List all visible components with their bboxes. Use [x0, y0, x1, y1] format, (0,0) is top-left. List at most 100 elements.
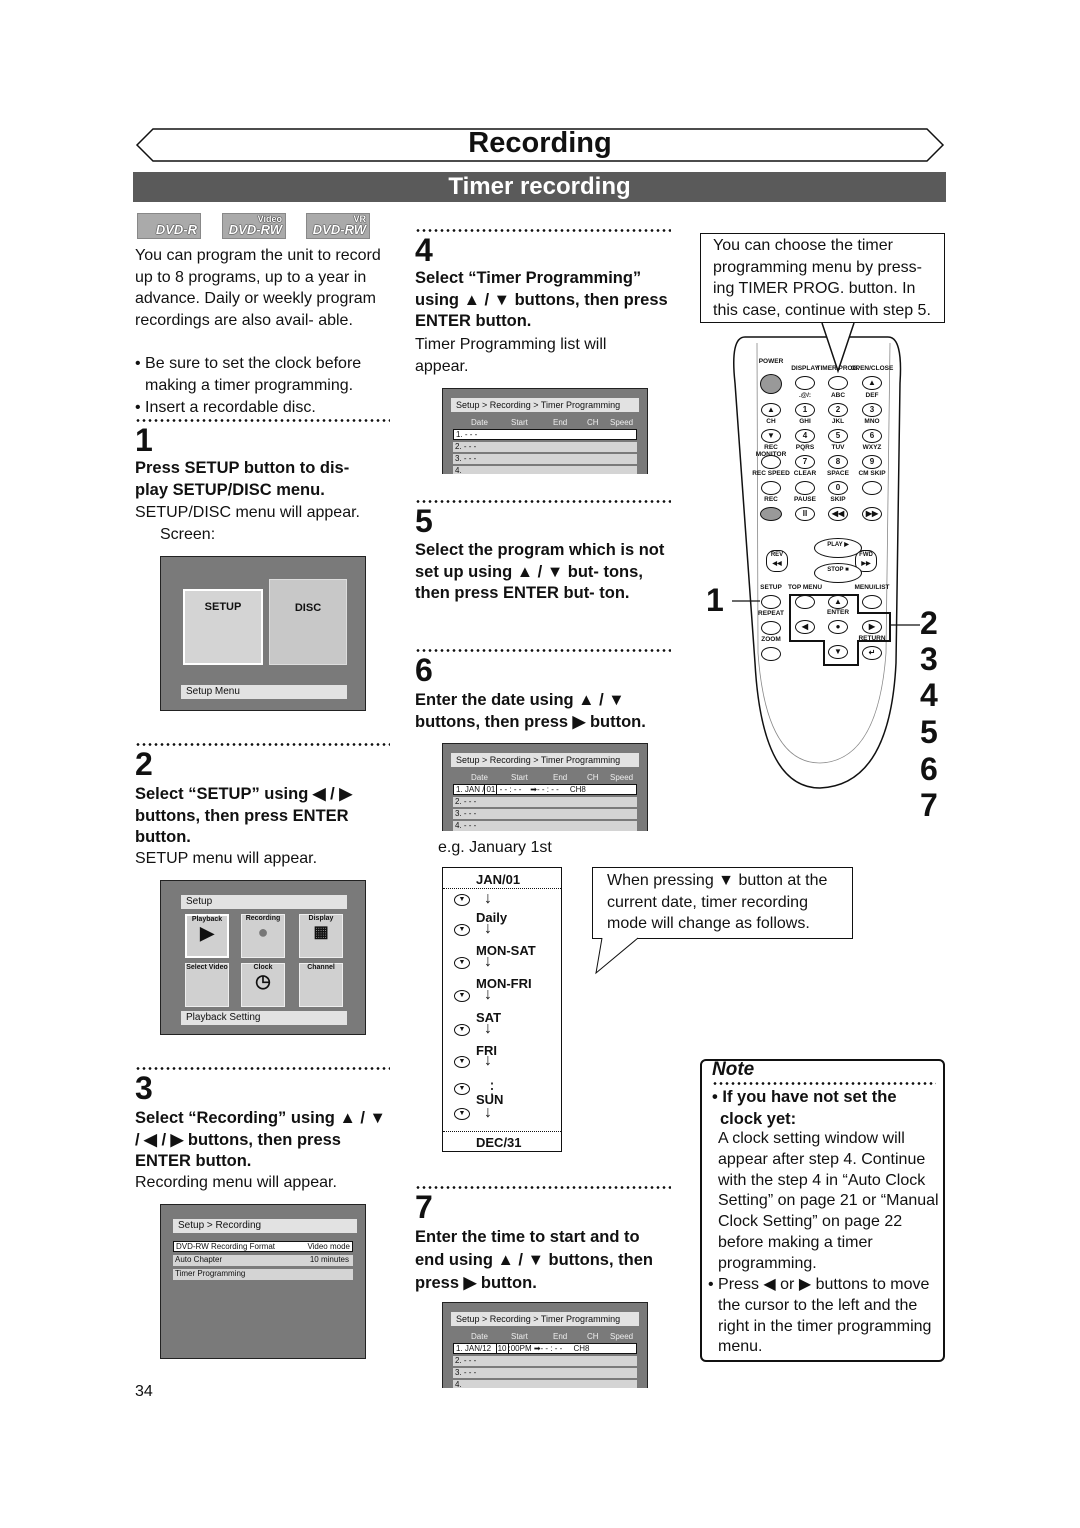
callout-text: When pressing ▼ button at the current da… — [607, 872, 828, 932]
remote-def-button[interactable]: 3 — [862, 403, 882, 417]
down-button-icon: ▼ — [454, 1083, 470, 1095]
timer-row: 2. - - - — [453, 1356, 637, 1366]
remote-timer-prog-button[interactable] — [828, 376, 848, 390]
down-button-icon: ▼ — [454, 924, 470, 936]
remote-step-label: 3 — [920, 641, 938, 677]
timer-row: 4. — [453, 466, 637, 475]
callout-pointer — [595, 937, 639, 975]
remote-label: MNO — [864, 418, 880, 425]
remote-setup-button[interactable] — [761, 595, 781, 609]
remote-display-button[interactable] — [795, 376, 815, 390]
remote-rec-speed-button[interactable] — [761, 481, 781, 495]
down-button-icon: ▼ — [454, 1108, 470, 1120]
remote-step-label: 5 — [920, 714, 938, 750]
col-header: End — [553, 773, 568, 782]
remote-label: MENU/LIST — [854, 584, 890, 591]
remote-label: RETURN — [858, 635, 886, 642]
remote-zoom-button[interactable] — [761, 647, 781, 661]
col-header: Speed — [610, 1332, 634, 1341]
remote-skip-button[interactable]: ◀◀ — [828, 507, 848, 521]
divider — [135, 419, 390, 422]
step-result: SETUP menu will appear. — [135, 850, 318, 867]
remote-step-label: 6 — [920, 751, 938, 787]
remote-menu-list-button[interactable] — [862, 595, 882, 609]
remote-label: OPEN/CLOSE — [850, 365, 894, 372]
mode-item: DEC/31 — [476, 1135, 522, 1150]
remote-ch-button[interactable]: ▼ — [761, 429, 781, 443]
remote-abc-button[interactable]: 2 — [828, 403, 848, 417]
remote-cm-skip-button[interactable] — [862, 481, 882, 495]
remote-stop-button[interactable]: STOP ■ — [814, 563, 862, 583]
down-button-icon: ▼ — [454, 1024, 470, 1036]
arrow-down-icon: ↓ — [484, 920, 492, 937]
remote-repeat-button[interactable] — [761, 621, 781, 635]
timer-row: 4. — [453, 1380, 637, 1389]
example-caption: e.g. January 1st — [438, 839, 552, 856]
divider — [712, 1082, 936, 1085]
step-instruction: Select “Recording” using ▲ / ▼ / ◀ / ▶ b… — [135, 1109, 386, 1170]
section-title: Timer recording — [133, 172, 946, 202]
col-header: Date — [471, 418, 488, 427]
col-header: Speed — [610, 773, 634, 782]
step-number: 6 — [415, 652, 433, 688]
step-instruction: Select the program which is not set up u… — [415, 541, 665, 602]
tile-display: Display ▦ — [299, 914, 343, 958]
remote-arrow-button[interactable]: ▶▶ — [862, 507, 882, 521]
remote-step-label: 7 — [920, 787, 938, 823]
recording-screen: Setup > Recording DVD-RW Recording Forma… — [160, 1204, 366, 1359]
remote-arrow-button[interactable]: ▼ — [828, 645, 848, 659]
step-result: Timer Programming list will appear. — [415, 336, 607, 375]
remote-step-label: 4 — [920, 677, 938, 713]
tile-playback: Playback ▶ — [185, 914, 229, 958]
step-number: 5 — [415, 503, 433, 539]
col-header: CH — [587, 773, 599, 782]
remote-top-menu-button[interactable] — [795, 595, 815, 609]
timer-row: 1. JAN/12 10:00PM ➡- - : - - CH8 — [453, 1343, 637, 1354]
remote-rev-button[interactable]: REV ◀◀ — [766, 550, 788, 572]
arrow-down-icon: ↓ — [484, 986, 492, 1003]
remote-label: POWER — [758, 358, 784, 365]
remote-open-close-button[interactable]: ▲ — [862, 376, 882, 390]
timer-time-screen: Setup > Recording > Timer Programming Da… — [442, 1302, 648, 1389]
col-header: Date — [471, 773, 488, 782]
remote-return-button[interactable]: ↵ — [862, 646, 882, 660]
remote-tuv-button[interactable]: 8 — [828, 455, 848, 469]
remote-arrow-button[interactable]: ◀ — [795, 620, 815, 634]
remote-arrow-button[interactable]: ▶ — [862, 620, 882, 634]
arrow-down-icon: ↓ — [484, 890, 492, 907]
remote-arrow-button[interactable]: 1 — [795, 403, 815, 417]
timer-row: 3. - - - — [453, 1368, 637, 1378]
dvd-rw-vr-logo: VR DVD-RW — [306, 213, 370, 239]
menu-row: DVD-RW Recording Format Video mode — [173, 1241, 353, 1252]
tile-channel: Channel — [299, 963, 343, 1007]
remote-space-button[interactable]: 0 — [828, 481, 848, 495]
divider — [415, 1186, 671, 1189]
timer-row: 1. - - - — [453, 429, 637, 440]
remote-wxyz-button[interactable]: 9 — [862, 455, 882, 469]
remote-arrow-button[interactable]: ▲ — [761, 403, 781, 417]
screen-title: Setup > Recording > Timer Programming — [451, 1312, 639, 1326]
note-body: • Press ◀ or ▶ buttons to move the curso… — [708, 1276, 932, 1356]
step-instruction: Enter the date using ▲ / ▼ buttons, then… — [415, 691, 646, 731]
menu-row: Timer Programming — [173, 1269, 353, 1280]
step-result: SETUP/DISC menu will appear. — [135, 504, 360, 521]
step-number: 3 — [135, 1070, 153, 1106]
remote-mno-button[interactable]: 6 — [862, 429, 882, 443]
remote-arrow-button[interactable]: ▲ — [828, 595, 848, 609]
tile-clock: Clock ◷ — [241, 963, 285, 1007]
down-button-icon: ▼ — [454, 1056, 470, 1068]
remote-rec-button[interactable] — [760, 507, 782, 521]
setup-screen: Setup Playback ▶ Recording ● Display ▦ Sele… — [160, 880, 366, 1035]
remote-ghi-button[interactable]: 4 — [795, 429, 815, 443]
timer-row: 4. - - - — [453, 821, 637, 831]
remote-enter-button[interactable]: ● — [828, 620, 848, 634]
remote-step-label: 1 — [706, 582, 724, 618]
remote-pause-button[interactable]: II — [795, 507, 815, 521]
step-number: 4 — [415, 232, 433, 268]
remote-jkl-button[interactable]: 5 — [828, 429, 848, 443]
divider — [415, 500, 671, 503]
remote-clear-button[interactable] — [795, 481, 815, 495]
col-header: CH — [587, 1332, 599, 1341]
remote-power-button[interactable] — [760, 374, 782, 394]
remote-pqrs-button[interactable]: 7 — [795, 455, 815, 469]
